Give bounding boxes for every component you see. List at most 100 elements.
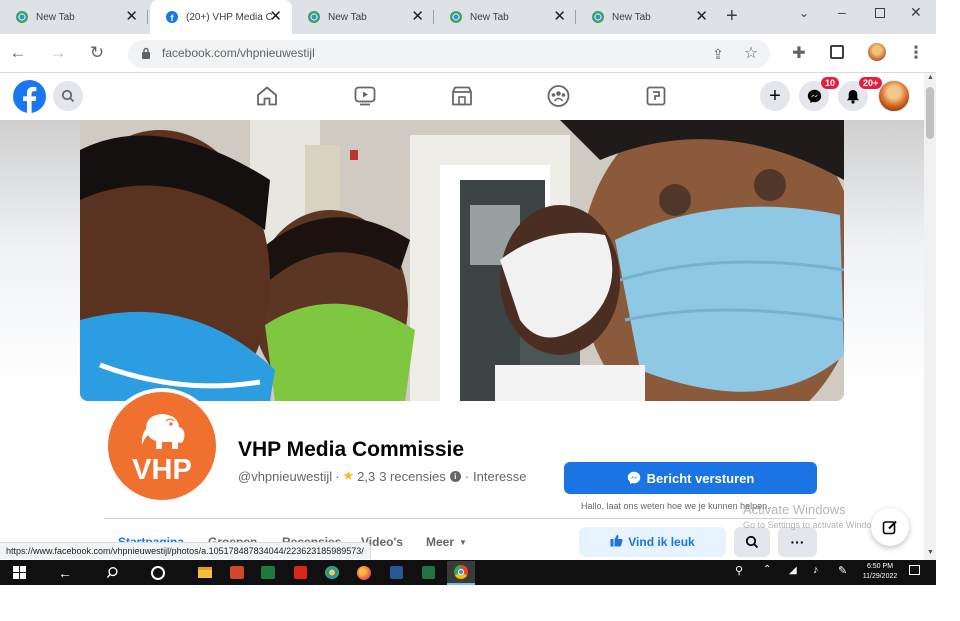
chrome-icon (308, 11, 320, 23)
gaming-icon[interactable] (646, 86, 666, 109)
close-icon[interactable]: ✕ (125, 9, 138, 24)
pen-icon[interactable]: ✎ (838, 564, 847, 577)
close-icon[interactable]: ✕ (269, 9, 282, 24)
more-dots-icon: ··· (790, 534, 805, 550)
tab-new-tab-1[interactable]: New Tab ✕ (0, 0, 148, 34)
firefox-icon[interactable] (354, 563, 374, 582)
messenger-badge: 10 (820, 76, 841, 90)
messenger-icon (627, 471, 641, 485)
close-icon[interactable]: ✕ (553, 9, 566, 24)
forward-icon[interactable]: → (48, 43, 68, 63)
extensions-icon[interactable]: ✚ (789, 43, 809, 63)
tab-title: (20+) VHP Media C (186, 11, 272, 23)
windows-start-icon[interactable] (9, 563, 29, 582)
like-page-label: Vind ik leuk (628, 535, 695, 549)
tab-meer-label: Meer (426, 535, 455, 549)
profile-picture-frame[interactable]: VHP (104, 388, 220, 504)
activate-windows-title: Activate Windows (743, 502, 846, 517)
network-icon[interactable]: ◢ (789, 565, 797, 576)
taskbar-clock[interactable]: 6:50 PM 11/29/2022 (860, 562, 900, 582)
tray-chevron-icon[interactable]: ⌃ (763, 564, 771, 575)
home-icon[interactable] (256, 86, 278, 109)
cover-photo[interactable] (80, 120, 844, 401)
reload-icon[interactable]: ↻ (87, 43, 107, 63)
page-meta: @vhpnieuwestijl · ★ 2,3 3 recensies i · … (238, 468, 527, 484)
page-category[interactable]: Interesse (473, 469, 526, 484)
tab-title: New Tab (612, 11, 651, 23)
meta-separator: · (335, 468, 340, 484)
chrome-icon (450, 11, 462, 23)
profile-avatar[interactable] (868, 43, 886, 61)
page-title: VHP Media Commissie (238, 438, 465, 461)
scroll-down-arrow-icon[interactable]: ▼ (927, 549, 934, 556)
watch-icon[interactable] (354, 86, 376, 109)
thumbs-up-icon (610, 534, 623, 550)
tab-meer[interactable]: Meer ▼ (426, 535, 467, 549)
facebook-logo[interactable] (13, 80, 46, 116)
account-avatar[interactable] (878, 80, 910, 112)
share-icon[interactable]: ⇪ (708, 44, 728, 64)
clock-date: 11/29/2022 (862, 573, 898, 580)
status-bar-url: https://www.facebook.com/vhpnieuwestijl/… (0, 542, 371, 559)
vhp-logo: VHP (108, 392, 216, 500)
notification-center-icon[interactable] (909, 565, 920, 575)
tab-vhp-media[interactable]: f (20+) VHP Media C ✕ (150, 0, 292, 34)
search-icon[interactable] (53, 81, 83, 111)
side-panel-icon[interactable] (830, 45, 844, 59)
tab-new-tab-3[interactable]: New Tab ✕ (434, 0, 576, 34)
excel-icon[interactable] (418, 563, 438, 582)
reviews-count[interactable]: 3 recensies (379, 469, 445, 484)
task-view-icon[interactable] (148, 563, 168, 582)
people-icon[interactable]: ⚲ (735, 564, 743, 577)
groups-icon[interactable] (547, 85, 570, 110)
like-page-button[interactable]: Vind ik leuk (579, 527, 726, 557)
more-options-button[interactable]: ··· (778, 527, 817, 557)
back-icon[interactable]: ← (8, 43, 28, 63)
marketplace-icon[interactable] (451, 86, 473, 109)
page-content: VHP VHP Media Commissie @vhpnieuwestijl … (0, 120, 924, 560)
tab-title: New Tab (36, 11, 75, 23)
file-explorer-icon[interactable] (195, 563, 215, 582)
minimize-icon[interactable]: – (838, 4, 846, 20)
new-message-compose-button[interactable] (871, 508, 909, 546)
tab-title: New Tab (328, 11, 367, 23)
taskbar-back-icon[interactable]: ← (55, 563, 75, 582)
scrollbar-thumb[interactable] (926, 87, 934, 139)
tab-new-tab-4[interactable]: New Tab ✕ (576, 0, 718, 34)
volume-icon[interactable]: ♪ (813, 564, 819, 576)
vhp-logo-text: VHP (132, 454, 192, 486)
paint-app-icon[interactable] (322, 563, 342, 582)
rating-value[interactable]: 2,3 (357, 469, 375, 484)
page-search-button[interactable] (734, 527, 770, 557)
chrome-icon (592, 11, 604, 23)
close-window-icon[interactable]: ✕ (910, 4, 922, 21)
chrome-taskbar-icon[interactable] (447, 561, 475, 585)
page-scrollbar[interactable]: ▲ ▼ (924, 73, 936, 560)
url-text[interactable]: facebook.com/vhpnieuwestijl (162, 46, 315, 60)
powerpoint-like-icon[interactable] (227, 563, 247, 582)
send-message-button[interactable]: Bericht versturen (564, 462, 817, 494)
send-message-label: Bericht versturen (646, 470, 755, 486)
meta-separator: · (464, 468, 470, 484)
menu-kebab-icon[interactable]: ⋮ (906, 43, 926, 63)
close-icon[interactable]: ✕ (411, 9, 424, 24)
activate-windows-subtitle: Go to Settings to activate Windows. (743, 520, 883, 530)
info-icon[interactable]: i (449, 470, 461, 482)
new-tab-icon[interactable]: + (726, 5, 738, 28)
scroll-up-arrow-icon[interactable]: ▲ (927, 74, 934, 81)
green-app-icon[interactable] (258, 563, 278, 582)
maximize-icon[interactable] (875, 8, 885, 18)
bookmark-star-icon[interactable]: ☆ (741, 43, 761, 63)
divider (104, 518, 816, 519)
close-icon[interactable]: ✕ (695, 9, 708, 24)
tab-search-icon[interactable]: ⌄ (799, 6, 809, 20)
elephant-icon (141, 414, 185, 449)
caret-down-icon: ▼ (459, 537, 467, 547)
acrobat-icon[interactable] (290, 563, 310, 582)
search-icon (745, 535, 759, 549)
word-icon[interactable] (386, 563, 406, 582)
tab-new-tab-2[interactable]: New Tab ✕ (292, 0, 434, 34)
create-plus-icon[interactable]: + (760, 81, 790, 111)
clock-time: 6:50 PM (866, 563, 894, 570)
taskbar-search-icon[interactable] (102, 563, 122, 582)
